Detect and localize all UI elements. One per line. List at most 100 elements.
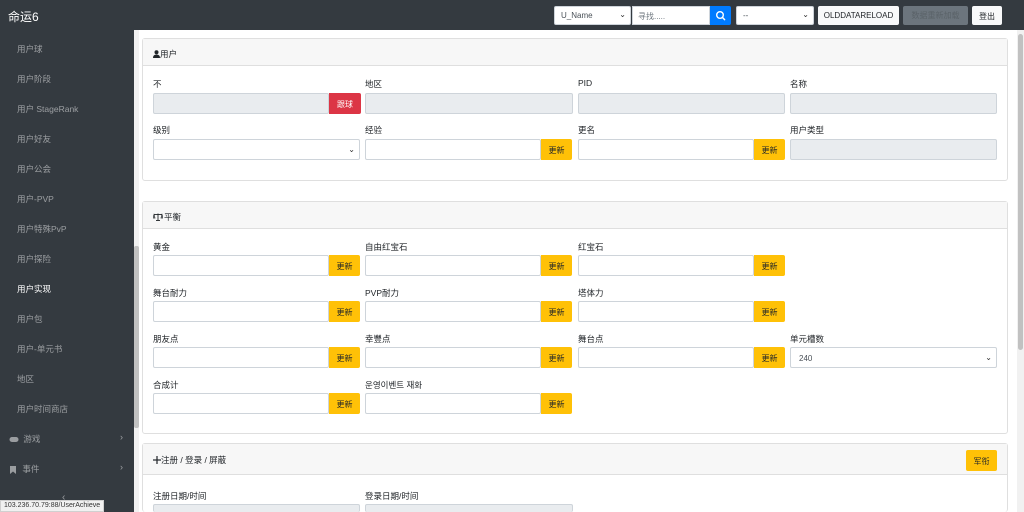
synthesis-input[interactable] xyxy=(153,393,329,414)
friend-points-input[interactable] xyxy=(153,347,329,368)
login-date-field xyxy=(365,504,573,512)
ruby-update-button[interactable]: 更新 xyxy=(754,255,785,276)
exp-input[interactable] xyxy=(365,139,541,160)
olddata-reload-button[interactable]: OLDDATARELOAD xyxy=(818,6,899,25)
register-card-title: 注册 / 登录 / 屏蔽 xyxy=(153,454,226,466)
sidebar-group-event[interactable]: 事件 xyxy=(9,463,39,475)
stage-stamina-update-button[interactable]: 更新 xyxy=(329,301,360,322)
free-ruby-update-button[interactable]: 更新 xyxy=(541,255,572,276)
main-scrollbar[interactable] xyxy=(1017,30,1024,512)
stage-stamina-input[interactable] xyxy=(153,301,329,322)
luck-points-update-button[interactable]: 更新 xyxy=(541,347,572,368)
sidebar-item-user-guild[interactable]: 用户公会 xyxy=(17,163,51,175)
rename-update-button[interactable]: 更新 xyxy=(754,139,785,160)
search-icon xyxy=(715,10,726,21)
stage-points-label: 舞台点 xyxy=(578,334,604,344)
balance-card-header: 平衡 xyxy=(143,202,1007,229)
exp-update-button[interactable]: 更新 xyxy=(541,139,572,160)
friend-points-label: 朋友点 xyxy=(153,334,179,344)
sidebar-item-user-stage[interactable]: 用户阶段 xyxy=(17,73,51,85)
pvp-stamina-update-button[interactable]: 更新 xyxy=(541,301,572,322)
gold-label: 黄金 xyxy=(153,242,171,252)
balance-card-title-text: 平衡 xyxy=(164,212,182,222)
sidebar-item-user-special-pvp[interactable]: 用户特殊PvP xyxy=(17,223,67,235)
sidebar-item-user-achieve[interactable]: 用户实现 xyxy=(17,283,51,295)
top-navbar: 命运6 U_Name ⌄ 寻找..... -- ⌄ OLDDATARELOAD … xyxy=(0,0,1024,30)
sidebar: 用户球 用户阶段 用户 StageRank 用户好友 用户公会 用户-PVP 用… xyxy=(0,30,134,512)
luck-points-input[interactable] xyxy=(365,347,541,368)
pvp-stamina-label: PVP耐力 xyxy=(365,288,400,298)
region-field xyxy=(365,93,573,114)
gold-update-button[interactable]: 更新 xyxy=(329,255,360,276)
sidebar-item-user-ball[interactable]: 用户球 xyxy=(17,43,43,55)
server-select[interactable]: -- ⌄ xyxy=(736,6,814,25)
unit-slots-label: 单元槽数 xyxy=(790,334,825,344)
synthesis-update-button[interactable]: 更新 xyxy=(329,393,360,414)
event-currency-update-button[interactable]: 更新 xyxy=(541,393,572,414)
status-url: 103.236.70.79:88/UserAchieve xyxy=(0,500,105,512)
register-date-label: 注册日期/时间 xyxy=(153,491,207,501)
ban-button[interactable]: 军衔 xyxy=(966,450,997,471)
stage-points-update-button[interactable]: 更新 xyxy=(754,347,785,368)
ruby-label: 红宝石 xyxy=(578,242,604,252)
sidebar-scrollbar[interactable] xyxy=(134,30,139,512)
sidebar-scrollbar-thumb[interactable] xyxy=(134,246,139,428)
chevron-down-icon: ⌄ xyxy=(348,145,355,154)
tower-stamina-input[interactable] xyxy=(578,301,754,322)
follow-button[interactable]: 跟球 xyxy=(329,93,361,114)
user-card-title: 用户 xyxy=(153,48,177,60)
region-label: 地区 xyxy=(365,79,383,89)
register-card-title-text: 注册 / 登录 / 屏蔽 xyxy=(161,455,227,465)
login-date-label: 登录日期/时间 xyxy=(365,491,419,501)
chevron-down-icon: ⌄ xyxy=(619,10,626,19)
sidebar-item-user-adventure[interactable]: 用户探险 xyxy=(17,253,51,265)
pid-label: PID xyxy=(578,78,593,88)
name-label: 名称 xyxy=(790,79,808,89)
ruby-input[interactable] xyxy=(578,255,754,276)
sidebar-item-user-friends[interactable]: 用户好友 xyxy=(17,133,51,145)
search-button[interactable] xyxy=(710,6,731,25)
sidebar-item-user-timeshop[interactable]: 用户时间商店 xyxy=(17,403,68,415)
server-select-value: -- xyxy=(743,11,749,20)
sidebar-item-user-unitbook[interactable]: 用户-单元书 xyxy=(17,343,62,355)
user-field-select-value: U_Name xyxy=(561,11,593,20)
sidebar-item-user-stagerank[interactable]: 用户 StageRank xyxy=(17,103,78,115)
balance-scale-icon xyxy=(152,213,164,221)
search-input[interactable]: 寻找..... xyxy=(632,6,710,25)
level-select[interactable]: ⌄ xyxy=(153,139,360,160)
luck-points-label: 幸豐点 xyxy=(365,334,391,344)
user-field-select[interactable]: U_Name ⌄ xyxy=(554,6,631,25)
event-currency-input[interactable] xyxy=(365,393,541,414)
free-ruby-label: 自由红宝石 xyxy=(365,242,408,252)
name-field xyxy=(790,93,997,114)
usertype-field xyxy=(790,139,997,160)
friend-points-update-button[interactable]: 更新 xyxy=(329,347,360,368)
tower-stamina-update-button[interactable]: 更新 xyxy=(754,301,785,322)
stage-stamina-label: 舞台耐力 xyxy=(153,288,188,298)
sidebar-item-user-pvp[interactable]: 用户-PVP xyxy=(17,193,54,205)
register-date-field xyxy=(153,504,360,512)
chevron-right-icon: › xyxy=(120,462,123,472)
chevron-down-icon: ⌄ xyxy=(985,353,992,362)
user-card-header: 用户 xyxy=(143,39,1007,66)
usertype-label: 用户类型 xyxy=(790,125,825,135)
chevron-down-icon: ⌄ xyxy=(802,10,809,19)
sidebar-item-user-bag[interactable]: 用户包 xyxy=(17,313,43,325)
rename-input[interactable] xyxy=(578,139,754,160)
free-ruby-input[interactable] xyxy=(365,255,541,276)
brand-title[interactable]: 命运6 xyxy=(8,8,39,25)
sidebar-group-event-label: 事件 xyxy=(22,464,40,474)
user-icon xyxy=(153,50,160,58)
synthesis-label: 合成计 xyxy=(153,380,179,390)
logout-button[interactable]: 登出 xyxy=(972,6,1002,25)
event-currency-label: 운영이벤트 재화 xyxy=(365,380,423,390)
unit-slots-value: 240 xyxy=(799,354,813,363)
unit-slots-select[interactable]: 240 ⌄ xyxy=(790,347,997,368)
pvp-stamina-input[interactable] xyxy=(365,301,541,322)
move-arrows-icon xyxy=(153,456,161,464)
gold-input[interactable] xyxy=(153,255,329,276)
sidebar-item-region[interactable]: 地区 xyxy=(17,373,34,385)
stage-points-input[interactable] xyxy=(578,347,754,368)
sidebar-group-game[interactable]: 游戏 xyxy=(9,433,40,445)
main-scrollbar-thumb[interactable] xyxy=(1018,34,1023,350)
